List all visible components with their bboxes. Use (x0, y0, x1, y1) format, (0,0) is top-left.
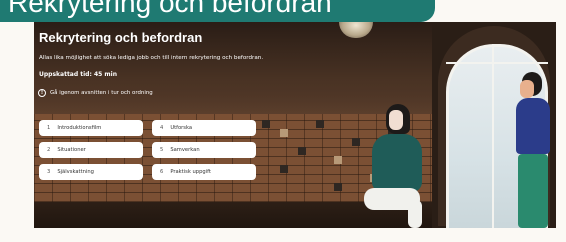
module-button-sjalvskattning[interactable]: 3 Självskattning (39, 164, 143, 180)
estimated-duration: Uppskattad tid: 45 min (39, 71, 117, 78)
module-label: Introduktionsfilm (57, 125, 102, 131)
module-label: Utforska (170, 125, 193, 131)
module-button-utforska[interactable]: 4 Utforska (152, 120, 256, 136)
module-button-introduktionsfilm[interactable]: 1 Introduktionsfilm (39, 120, 143, 136)
module-label: Samverkan (170, 147, 200, 153)
module-number: 4 (160, 125, 164, 131)
module-number: 5 (160, 147, 164, 153)
module-grid: 1 Introduktionsfilm 4 Utforska 2 Situati… (39, 120, 256, 180)
module-label: Praktisk uppgift (170, 169, 211, 175)
exclamation-circle-icon: ! (38, 89, 46, 97)
course-subtitle: Allas lika möjlighet att söka lediga job… (39, 55, 264, 61)
slide-title-banner: Rekrytering och befordran (0, 0, 435, 22)
course-title: Rekrytering och befordran (39, 30, 203, 45)
instruction-note: ! Gå igenom avsnitten i tur och ordning (38, 88, 153, 98)
module-button-samverkan[interactable]: 5 Samverkan (152, 142, 256, 158)
module-button-praktisk-uppgift[interactable]: 6 Praktisk uppgift (152, 164, 256, 180)
module-number: 2 (47, 147, 51, 153)
module-button-situationer[interactable]: 2 Situationer (39, 142, 143, 158)
module-label: Självskattning (57, 169, 94, 175)
banner-title: Rekrytering och befordran (8, 0, 332, 18)
module-number: 6 (160, 169, 164, 175)
course-hero: Rekrytering och befordran Allas lika möj… (34, 22, 556, 228)
module-number: 3 (47, 169, 51, 175)
module-label: Situationer (57, 147, 86, 153)
instruction-text: Gå igenom avsnitten i tur och ordning (50, 90, 153, 96)
module-number: 1 (47, 125, 51, 131)
hero-content: Rekrytering och befordran Allas lika möj… (34, 22, 556, 228)
